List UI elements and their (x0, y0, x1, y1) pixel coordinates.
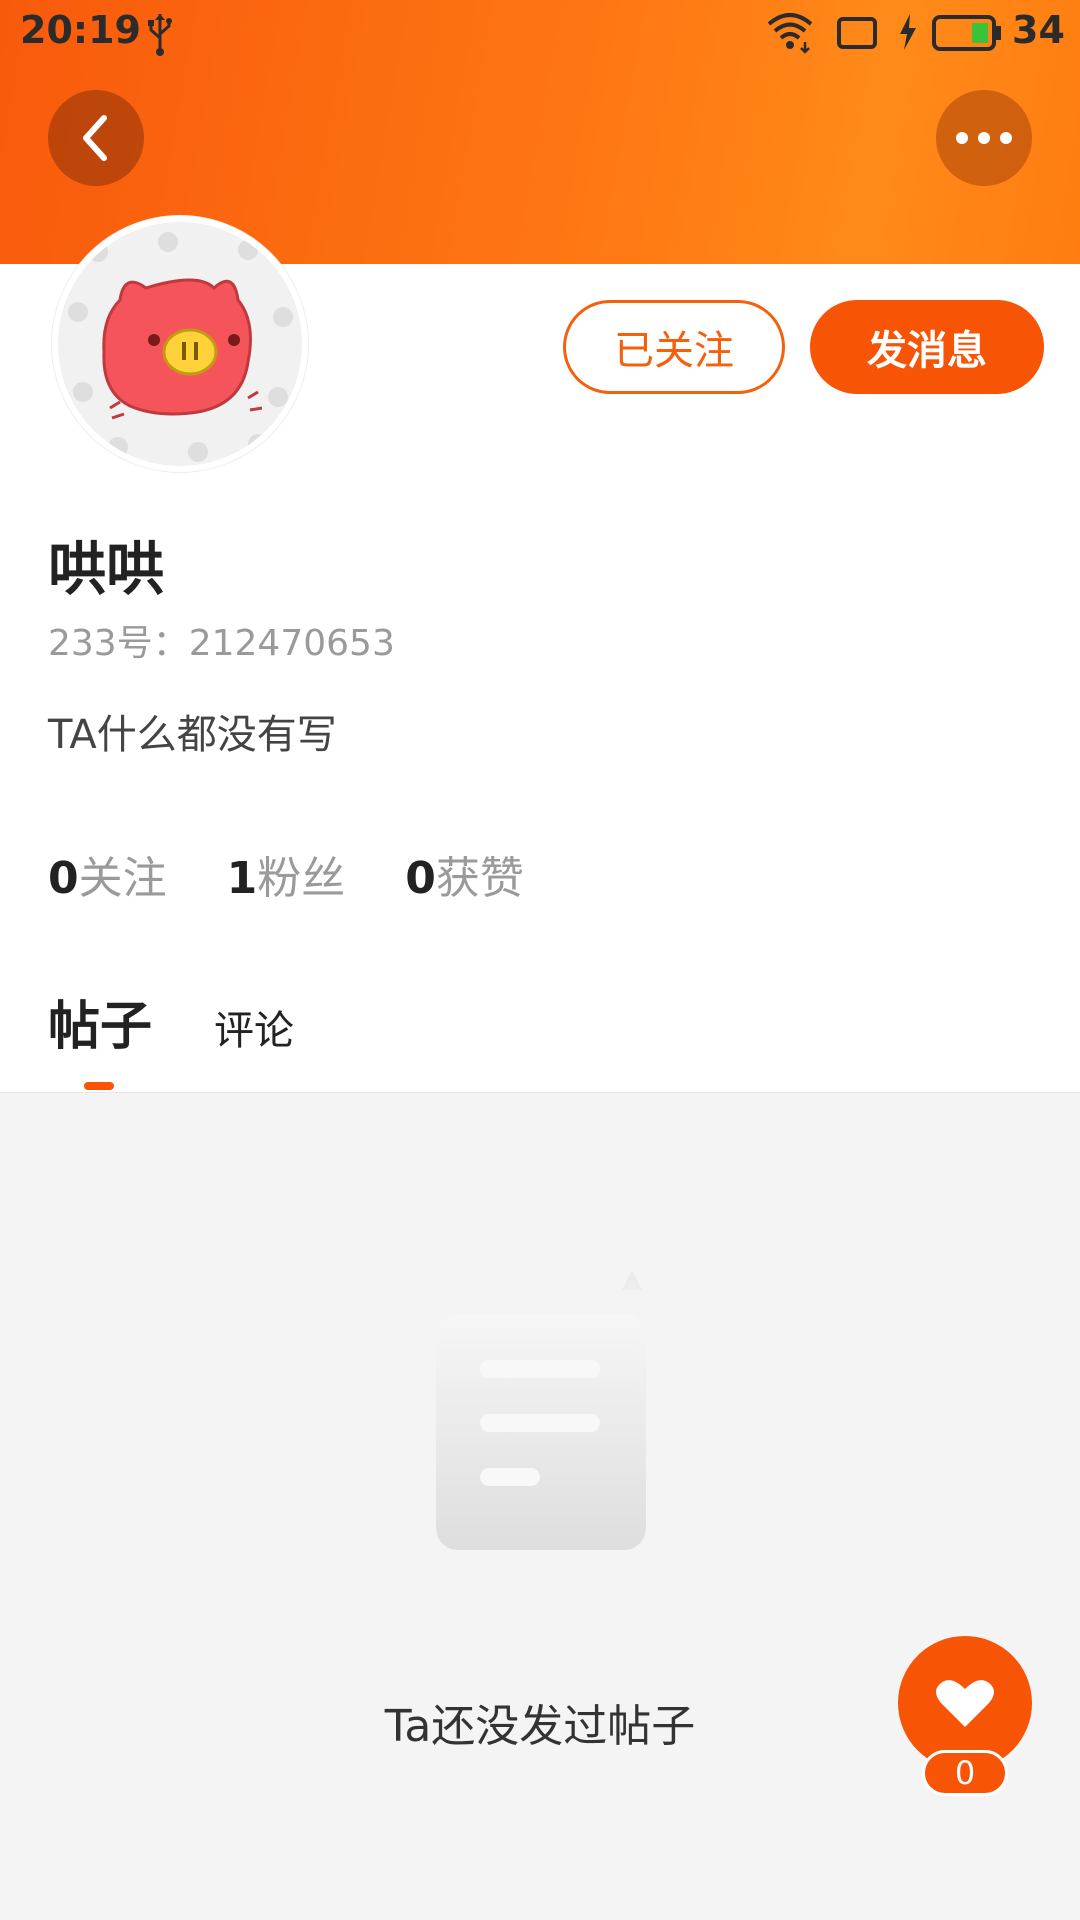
following-button[interactable]: 已关注 (563, 300, 785, 394)
more-options-button[interactable] (936, 90, 1032, 186)
user-bio: TA什么都没有写 (48, 712, 337, 758)
usb-icon (148, 14, 172, 56)
username: 哄哄 (48, 535, 165, 603)
status-bar: 20:19 34 (0, 0, 1080, 66)
heart-icon (936, 1680, 994, 1727)
stat-following[interactable]: 0 关注 (48, 842, 167, 906)
tab-posts[interactable]: 帖子 (48, 984, 152, 1059)
send-message-button[interactable]: 发消息 (810, 300, 1044, 394)
stat-followers[interactable]: 1 粉丝 (227, 842, 346, 906)
empty-document-icon (436, 1270, 646, 1550)
user-id: 233号：212470653 (48, 623, 395, 664)
stat-likes-count: 0 (405, 853, 436, 904)
charging-icon (900, 14, 916, 50)
tab-comments[interactable]: 评论 (214, 998, 294, 1056)
battery-level: 34 (1012, 8, 1065, 52)
status-time: 20:19 (20, 8, 141, 52)
stat-followers-count: 1 (226, 853, 258, 904)
stat-following-count: 0 (48, 853, 79, 904)
tab-active-indicator (84, 1082, 114, 1090)
wifi-icon (767, 13, 813, 54)
stat-following-label: 关注 (78, 853, 167, 904)
stat-followers-label: 粉丝 (257, 853, 346, 904)
like-count-badge: 0 (922, 1750, 1008, 1796)
battery-icon (932, 15, 1001, 51)
screen-rotation-icon (837, 17, 877, 49)
more-dots-icon (956, 132, 1012, 144)
back-arrow-icon (83, 115, 107, 161)
avatar[interactable] (52, 216, 308, 472)
profile-stats: 0 关注 1 粉丝 0 获赞 (48, 842, 584, 906)
back-button[interactable] (48, 90, 144, 186)
profile-tabs: 帖子 评论 (0, 984, 1080, 1092)
stat-likes[interactable]: 0 获赞 (405, 842, 524, 906)
pig-avatar-image (68, 232, 293, 462)
stat-likes-label: 获赞 (435, 853, 524, 904)
tabs-divider (0, 1092, 1080, 1093)
